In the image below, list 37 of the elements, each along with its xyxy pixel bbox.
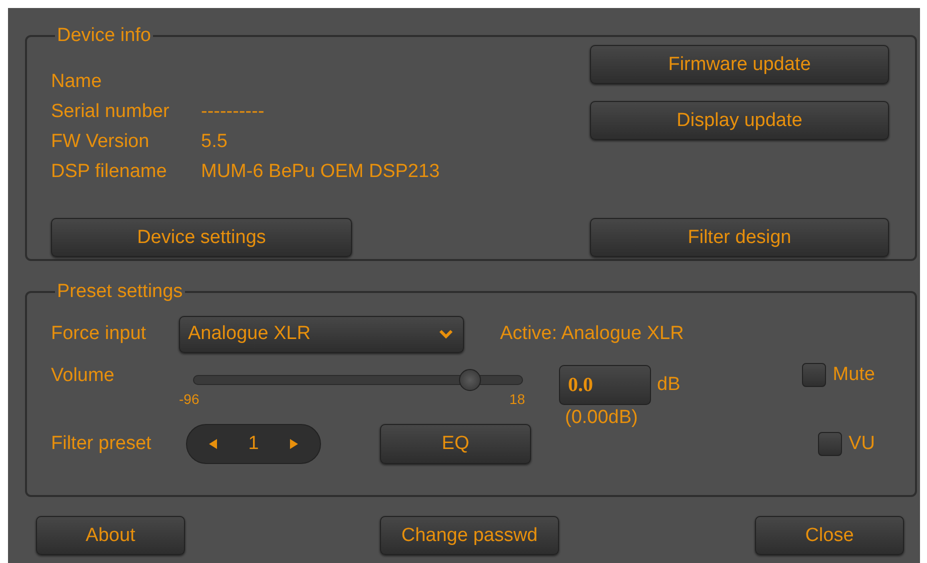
change-password-button[interactable]: Change passwd — [380, 516, 559, 555]
volume-field[interactable]: 0.0 — [559, 365, 651, 405]
field-value: ---------- — [201, 101, 264, 123]
slider-thumb[interactable] — [459, 369, 482, 391]
field-label: Filter preset — [51, 433, 152, 455]
preset-spinner[interactable]: 1 — [186, 424, 321, 464]
field-label: Force input — [51, 323, 148, 345]
eq-button[interactable]: EQ — [380, 424, 531, 464]
field-label: Volume — [51, 365, 116, 387]
filter-design-button[interactable]: Filter design — [590, 218, 889, 257]
max-tick-label: 18 — [509, 391, 525, 407]
group-title: Preset settings — [56, 281, 184, 303]
field-label: DSP filename — [51, 161, 168, 183]
checkbox[interactable] — [818, 432, 842, 456]
device-settings-button[interactable]: Device settings — [51, 218, 352, 257]
unit-label: dB — [657, 374, 680, 396]
field-label: FW Version — [51, 131, 150, 153]
field-label: Serial number — [51, 101, 170, 123]
close-button[interactable]: Close — [755, 516, 904, 555]
left-arrow-icon[interactable] — [208, 438, 218, 450]
field-label: Name — [51, 71, 103, 93]
update-button[interactable]: Display update — [590, 101, 889, 140]
active-input-text: Active: Analogue XLR — [500, 323, 684, 345]
update-button[interactable]: Firmware update — [590, 45, 889, 84]
field-value: MUM-6 BePu OEM DSP213 — [201, 161, 440, 183]
input-dropdown[interactable]: Analogue XLR — [179, 316, 464, 352]
min-tick-label: -96 — [179, 391, 200, 407]
about-button[interactable]: About — [36, 516, 185, 555]
group-title: Device info — [56, 25, 152, 47]
spinner-value: 1 — [248, 433, 259, 455]
checkbox-label: VU — [848, 433, 875, 455]
field-value: 5.5 — [201, 131, 228, 153]
chevron-down-icon — [439, 329, 453, 339]
right-arrow-icon[interactable] — [288, 438, 299, 450]
checkbox-label: Mute — [832, 364, 875, 386]
checkbox[interactable] — [802, 363, 826, 387]
volume-reading: (0.00dB) — [565, 407, 639, 429]
